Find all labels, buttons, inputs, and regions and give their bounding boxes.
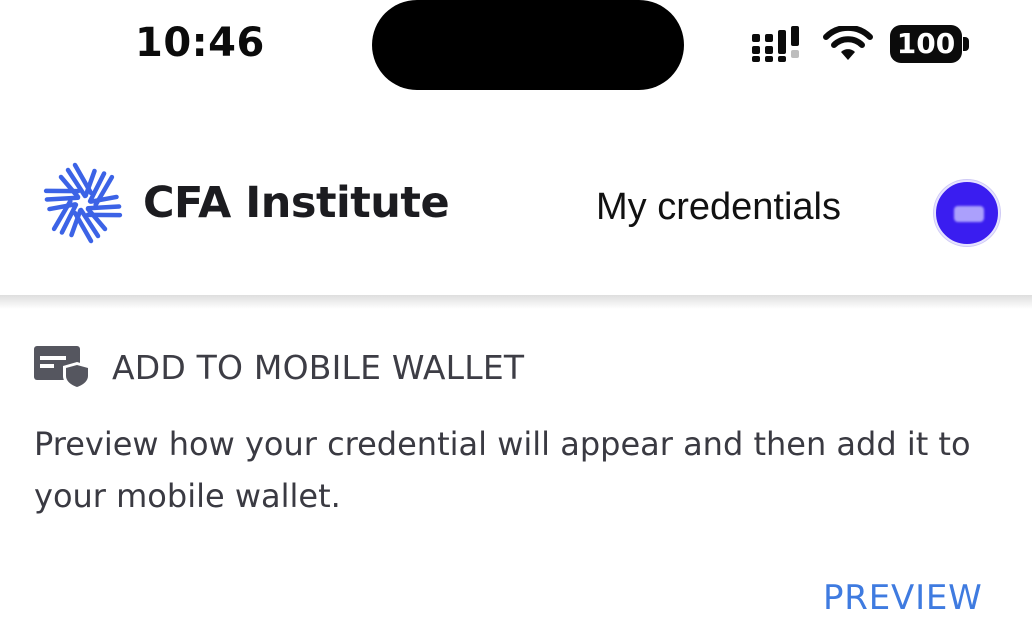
battery-indicator: 100	[890, 25, 970, 63]
logo-text[interactable]: CFA Institute	[143, 178, 450, 228]
add-to-wallet-section: ADD TO MOBILE WALLET Preview how your cr…	[0, 310, 1032, 621]
cellular-signal-icon	[752, 26, 799, 62]
section-title: ADD TO MOBILE WALLET	[112, 348, 525, 387]
header-divider	[0, 295, 1032, 309]
dynamic-island	[372, 0, 684, 90]
wifi-icon	[823, 26, 873, 60]
wallet-card-shield-icon	[34, 346, 91, 390]
section-description: Preview how your credential will appear …	[34, 425, 971, 515]
avatar[interactable]	[934, 180, 1000, 246]
preview-button[interactable]: PREVIEW	[823, 578, 983, 618]
my-credentials-link[interactable]: My credentials	[596, 186, 841, 229]
status-bar: 10:46 100	[0, 0, 1032, 96]
app-header: CFA Institute My credentials	[0, 130, 1032, 296]
battery-cap	[963, 37, 969, 51]
cfa-institute-logo-icon[interactable]	[40, 160, 126, 246]
avatar-initials-blurred	[954, 206, 984, 222]
status-time: 10:46	[135, 20, 265, 66]
battery-level: 100	[890, 25, 962, 63]
